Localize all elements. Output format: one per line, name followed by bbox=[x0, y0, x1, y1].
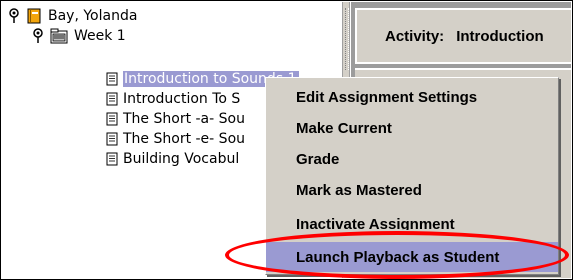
week-name: Week 1 bbox=[74, 28, 126, 44]
tree-item-label: The Short -e- Sou bbox=[123, 131, 246, 147]
menu-item-edit-assignment-settings[interactable]: Edit Assignment Settings bbox=[266, 82, 558, 112]
student-name: Bay, Yolanda bbox=[48, 8, 138, 24]
document-icon bbox=[106, 92, 118, 106]
document-icon bbox=[106, 72, 118, 86]
menu-item-inactivate-assignment[interactable]: Inactivate Assignment bbox=[266, 212, 558, 230]
pushpin-icon bbox=[33, 28, 43, 43]
menu-item-grade[interactable]: Grade bbox=[266, 144, 558, 174]
book-icon bbox=[27, 8, 41, 24]
tree-item-label: Building Vocabul bbox=[123, 151, 240, 167]
menu-item-mark-as-mastered[interactable]: Mark as Mastered bbox=[266, 175, 558, 205]
tree-item-label: Introduction To S bbox=[123, 91, 241, 107]
tree-item-assignment[interactable]: The Short -e- Sou bbox=[106, 129, 245, 149]
document-icon bbox=[106, 132, 118, 146]
tree-node-week[interactable]: Week 1 bbox=[32, 26, 126, 46]
menu-item-launch-playback-as-student[interactable]: Launch Playback as Student bbox=[266, 242, 558, 272]
tree-node-student[interactable]: Bay, Yolanda bbox=[8, 6, 137, 26]
document-icon bbox=[106, 112, 118, 126]
activity-label: Activity: bbox=[385, 27, 445, 45]
tree-item-assignment[interactable]: Introduction To S bbox=[106, 89, 240, 109]
context-menu: Edit Assignment Settings Make Current Gr… bbox=[265, 77, 559, 275]
window-frame: Bay, Yolanda Week 1 Introduction to Soun… bbox=[0, 0, 573, 280]
tree-item-assignment[interactable]: The Short -a- Sou bbox=[106, 109, 245, 129]
activity-header: Activity: Introduction bbox=[355, 8, 571, 64]
tree-item-assignment[interactable]: Building Vocabul bbox=[106, 149, 239, 169]
menu-item-make-current[interactable]: Make Current bbox=[266, 113, 558, 143]
tree-item-label: The Short -a- Sou bbox=[123, 111, 245, 127]
pushpin-icon bbox=[9, 8, 19, 23]
splitter-grip[interactable] bbox=[345, 8, 349, 70]
folder-icon bbox=[50, 28, 68, 44]
activity-value: Introduction bbox=[456, 27, 544, 45]
document-icon bbox=[106, 152, 118, 166]
